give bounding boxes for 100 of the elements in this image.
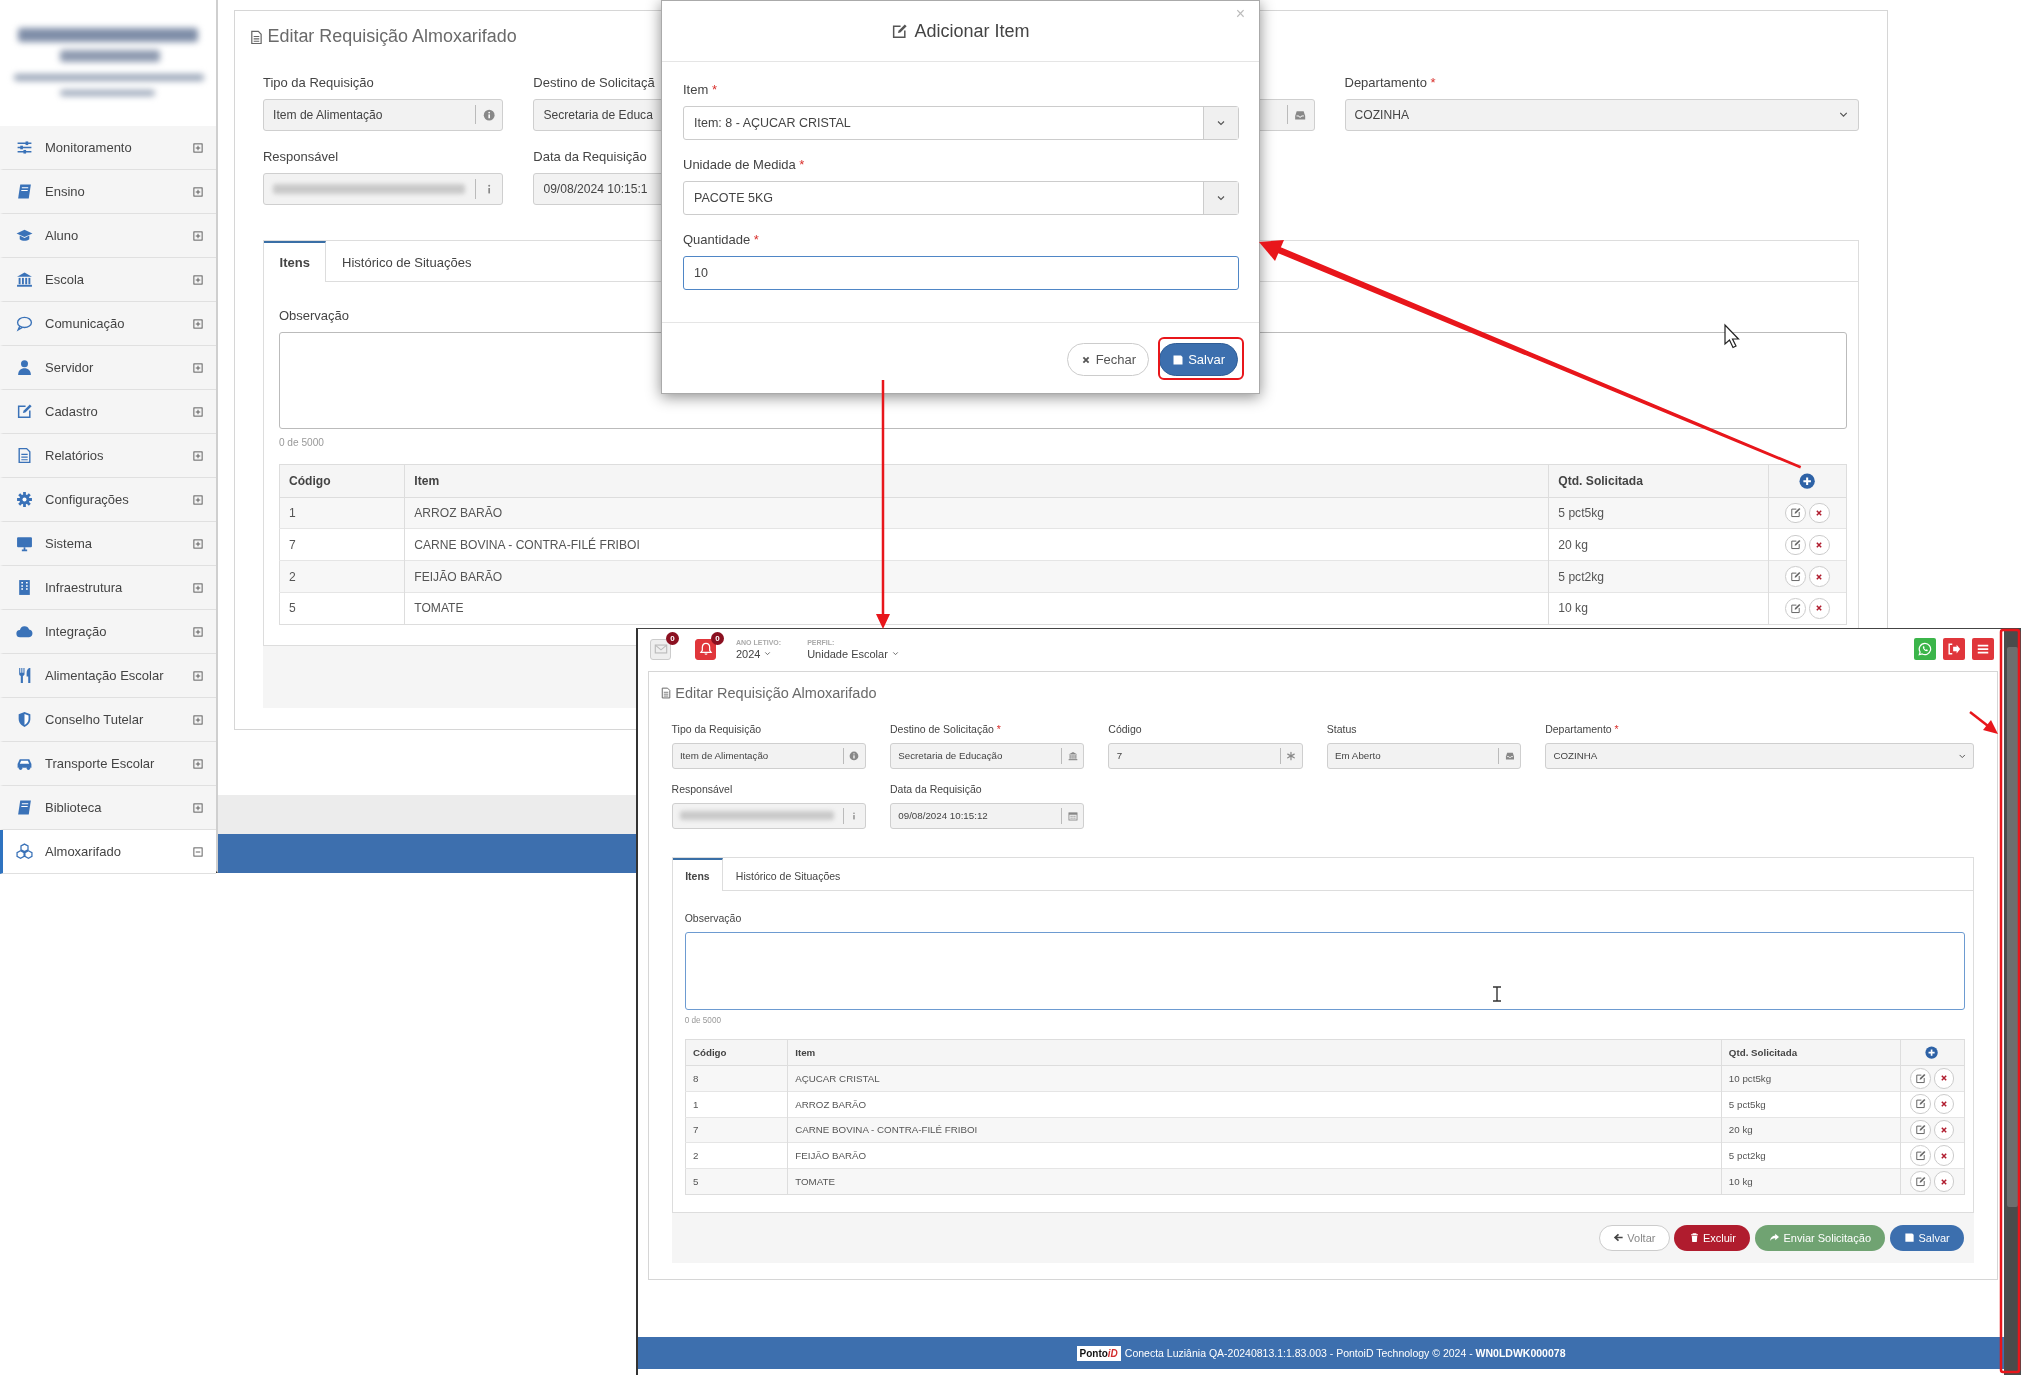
cross-icon <box>1938 1124 1949 1135</box>
menu-item[interactable]: Cadastro <box>0 390 216 434</box>
edit-button[interactable] <box>1909 1093 1931 1115</box>
tab[interactable]: Histórico de Situações <box>326 240 488 282</box>
edit-button[interactable] <box>1909 1119 1931 1141</box>
text-field[interactable]: Item de Alimentação <box>671 742 866 769</box>
table-cell: 20 kg <box>1721 1117 1901 1143</box>
menu-item[interactable]: Servidor <box>0 346 216 390</box>
text-field[interactable]: Secretaria de Educação <box>889 742 1085 769</box>
text-field[interactable]: Em Aberto <box>1326 742 1521 769</box>
table-cell: 5 pct5kg <box>1548 497 1769 529</box>
document-icon <box>16 447 33 464</box>
select-field[interactable]: Item: 8 - AÇUCAR CRISTAL <box>683 106 1239 140</box>
table-cell: 5 pct2kg <box>1548 560 1769 593</box>
remove-button[interactable] <box>1933 1068 1955 1089</box>
close-button[interactable]: Fechar <box>1066 343 1150 376</box>
remove-button[interactable] <box>1933 1171 1955 1192</box>
save-button[interactable]: Salvar <box>1159 343 1238 376</box>
remove-button[interactable] <box>1933 1119 1955 1141</box>
tab[interactable]: Itens <box>672 857 724 892</box>
remove-button[interactable] <box>1809 534 1830 556</box>
menu-item[interactable]: Comunicação <box>0 302 216 346</box>
inbox-icon <box>1504 750 1515 761</box>
edit-button[interactable] <box>1784 566 1806 587</box>
menu-item[interactable]: Aluno <box>0 214 216 258</box>
table-cell: TOMATE <box>787 1168 1722 1195</box>
menu-item[interactable]: Infraestrutura <box>0 566 216 610</box>
tab[interactable]: Histórico de Situações <box>723 857 854 892</box>
menu-item[interactable]: Relatórios <box>0 434 216 478</box>
delete-button[interactable]: Excluir <box>1674 1224 1751 1251</box>
trash-icon <box>1688 1232 1700 1244</box>
bank-icon <box>1067 750 1078 761</box>
menu-item[interactable]: Ensino <box>0 170 216 214</box>
field-label: Responsável <box>262 148 339 166</box>
add-button[interactable] <box>1799 472 1816 490</box>
notification-button[interactable] <box>650 638 671 660</box>
field-label: Item * <box>683 82 718 98</box>
menu-item[interactable]: Integração <box>0 610 216 654</box>
remove-button[interactable] <box>1809 566 1830 587</box>
select-field[interactable]: PACOTE 5KG <box>683 181 1239 215</box>
table-cell: CARNE BOVINA - CONTRA-FILÉ FRIBOI <box>787 1117 1722 1143</box>
column-header: Item <box>787 1039 1722 1066</box>
footer-text: Conecta Luziânia QA-20240813.1:1.83.003 - PontoiD Technology © 2024 - WN0LDWK000078 <box>1124 1347 1566 1359</box>
remove-button[interactable] <box>1933 1093 1955 1115</box>
menu-item[interactable]: Biblioteca <box>0 786 216 830</box>
menu-item[interactable]: Alimentação Escolar <box>0 654 216 698</box>
logout-button[interactable] <box>1943 638 1965 660</box>
menu-item[interactable]: Sistema <box>0 522 216 566</box>
inbox-icon <box>1294 108 1307 121</box>
edit-button[interactable] <box>1909 1171 1931 1192</box>
document-icon <box>660 686 673 699</box>
edit-icon <box>1914 1098 1926 1110</box>
text-field[interactable] <box>262 172 504 205</box>
remove-button[interactable] <box>1809 597 1830 619</box>
edit-button[interactable] <box>1784 597 1806 619</box>
text-field[interactable] <box>671 802 866 829</box>
field-label: Observação <box>278 308 349 325</box>
field-label: Data da Requisição <box>889 783 982 797</box>
remove-button[interactable] <box>1933 1145 1955 1167</box>
edit-icon <box>1914 1072 1926 1084</box>
back-button[interactable]: Voltar <box>1598 1224 1670 1251</box>
menu-button[interactable] <box>1972 638 1994 660</box>
book-icon <box>16 183 33 200</box>
tab[interactable]: Itens <box>263 240 327 282</box>
menu-item[interactable]: Escola <box>0 258 216 302</box>
select-field[interactable]: COZINHA <box>1344 98 1860 131</box>
field-label: Código <box>1108 723 1142 738</box>
field-label: Departamento * <box>1344 74 1436 92</box>
text-field[interactable]: 09/08/2024 10:15:12 <box>889 802 1085 829</box>
book-icon <box>16 799 33 816</box>
chat-button[interactable] <box>1914 638 1936 660</box>
remove-button[interactable] <box>1809 502 1830 524</box>
text-field[interactable]: 7 <box>1108 742 1303 769</box>
text-field[interactable]: Item de Alimentação <box>262 98 504 131</box>
table-cell: 10 kg <box>1721 1168 1901 1195</box>
menu-item[interactable]: Conselho Tutelar <box>0 698 216 742</box>
add-button[interactable] <box>1925 1045 1939 1059</box>
cross-icon <box>1938 1176 1949 1187</box>
menu-item[interactable]: Almoxarifado <box>0 830 216 874</box>
edit-button[interactable] <box>1784 502 1806 524</box>
edit-button[interactable] <box>1909 1068 1931 1089</box>
select-field[interactable]: COZINHA <box>1545 742 1975 769</box>
input-field[interactable]: 10 <box>683 256 1239 290</box>
page-title: Editar Requisição Almoxarifado <box>267 26 517 48</box>
menu-item[interactable]: Monitoramento <box>0 126 216 170</box>
year-dropdown[interactable]: 2024 <box>736 646 782 661</box>
column-header: Item <box>404 464 1549 498</box>
save-button[interactable]: Salvar <box>1889 1224 1964 1251</box>
text-cursor-icon <box>1492 986 1502 1002</box>
text-area[interactable] <box>684 931 1965 1010</box>
profile-dropdown[interactable]: Unidade Escolar <box>807 646 900 661</box>
edit-button[interactable] <box>1909 1145 1931 1167</box>
field-label: Quantidade * <box>683 232 760 248</box>
menu-item[interactable]: Configurações <box>0 478 216 522</box>
edit-button[interactable] <box>1784 534 1806 556</box>
cross-icon <box>1938 1099 1949 1110</box>
notification-button[interactable] <box>695 638 716 660</box>
page-title: Editar Requisição Almoxarifado <box>675 685 877 701</box>
menu-item[interactable]: Transporte Escolar <box>0 742 216 786</box>
field-label: Unidade de Medida * <box>683 157 806 173</box>
